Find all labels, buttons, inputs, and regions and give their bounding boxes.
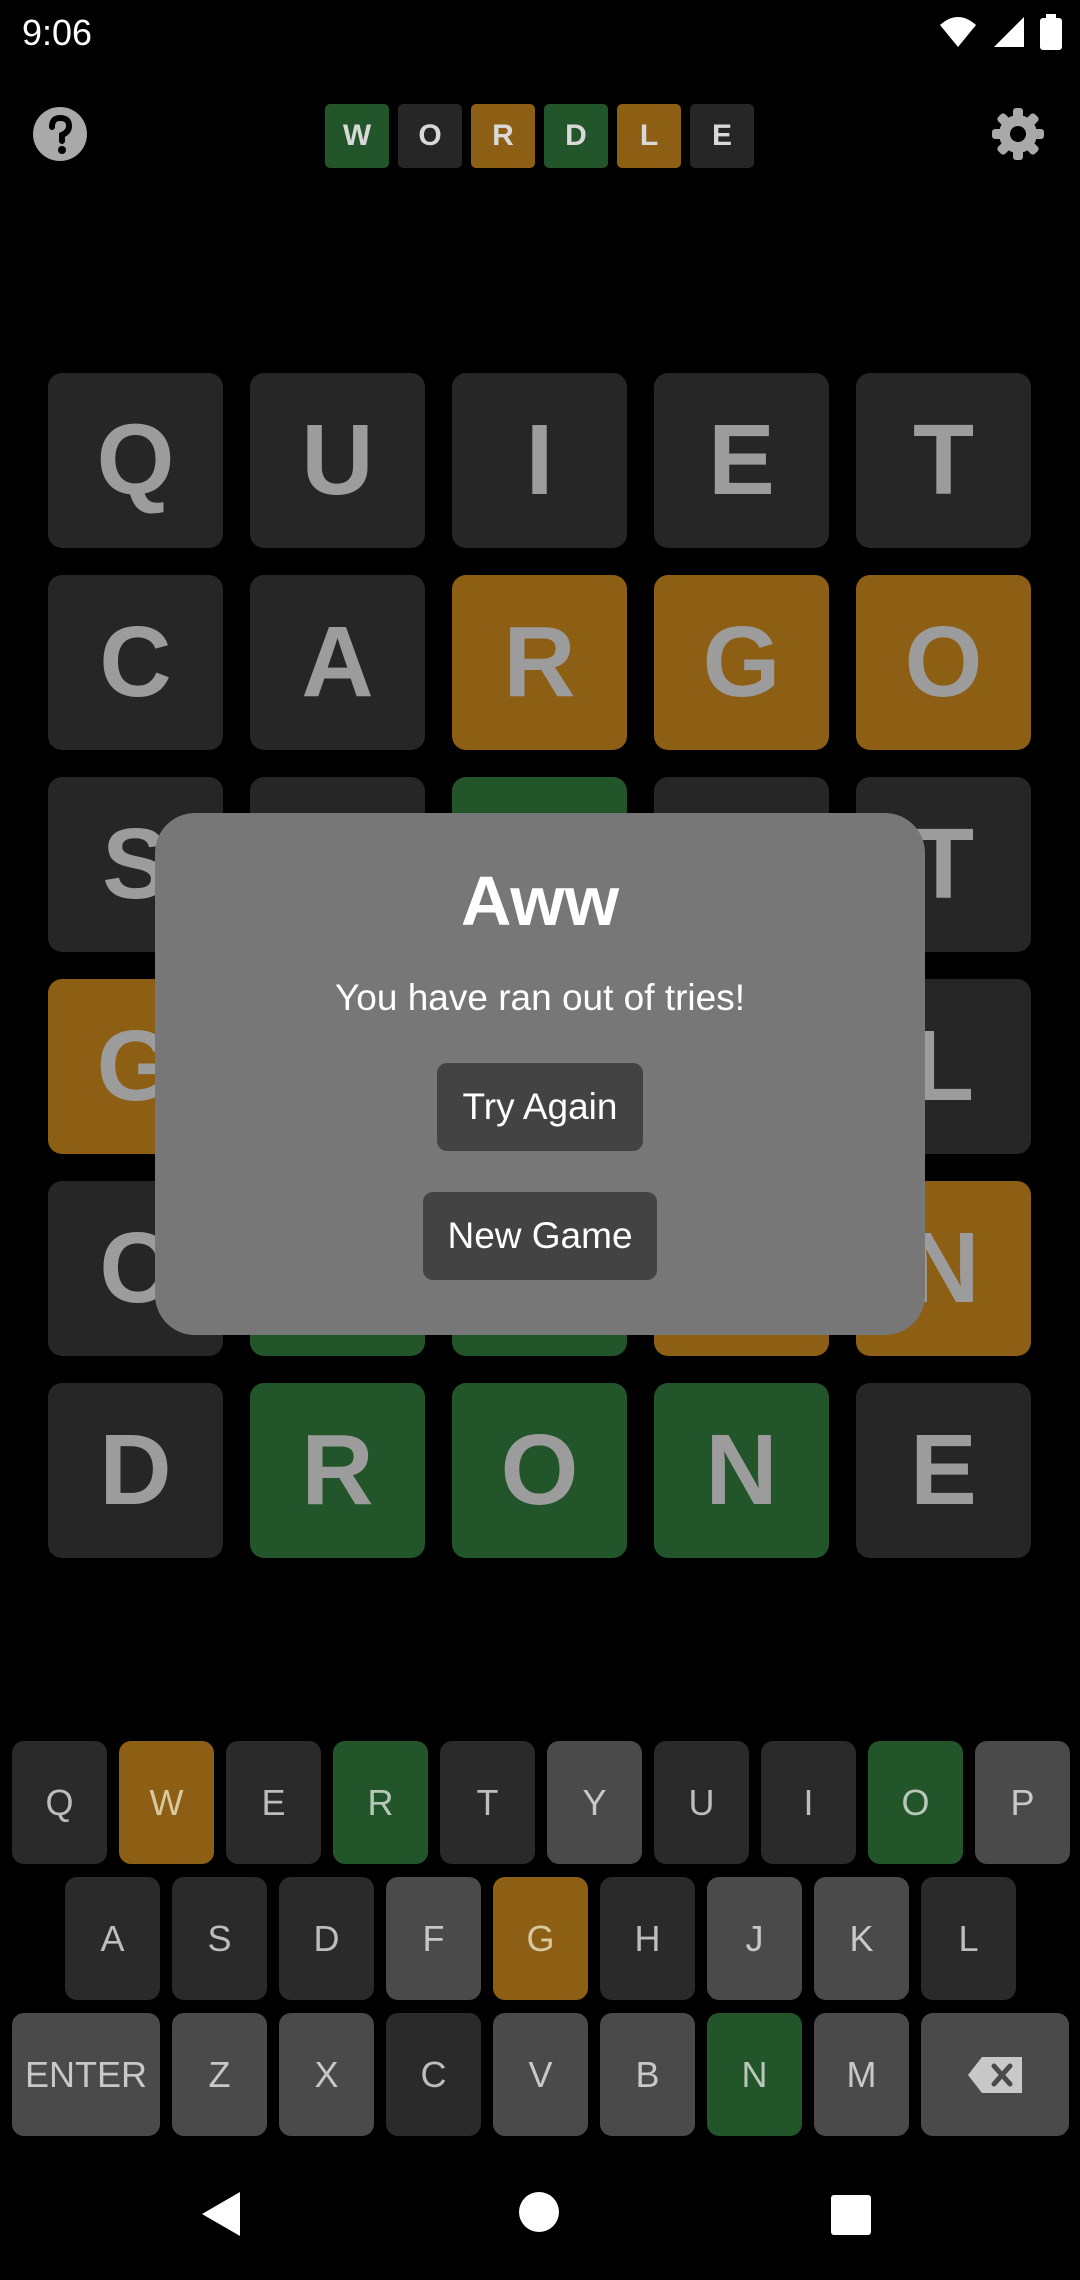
dialog-message: You have ran out of tries! xyxy=(334,977,746,1018)
dialog-title: Aww xyxy=(460,862,620,940)
key-f[interactable]: F xyxy=(386,1877,481,2000)
key-v[interactable]: V xyxy=(493,2013,588,2136)
nav-home-button[interactable] xyxy=(517,2190,561,2239)
key-d[interactable]: D xyxy=(279,1877,374,2000)
board-tile: T xyxy=(856,373,1031,548)
key-g[interactable]: G xyxy=(493,1877,588,2000)
logo-tile: L xyxy=(617,104,681,168)
board-tile: A xyxy=(250,575,425,750)
key-w[interactable]: W xyxy=(119,1741,214,1864)
key-o[interactable]: O xyxy=(868,1741,963,1864)
status-bar: 9:06 xyxy=(0,0,1080,66)
key-l[interactable]: L xyxy=(921,1877,1016,2000)
logo-tile: R xyxy=(471,104,535,168)
logo-tile: O xyxy=(398,104,462,168)
key-n[interactable]: N xyxy=(707,2013,802,2136)
logo-tile: D xyxy=(544,104,608,168)
key-y[interactable]: Y xyxy=(547,1741,642,1864)
board-tile: U xyxy=(250,373,425,548)
home-circle-icon xyxy=(519,2192,559,2232)
settings-button[interactable] xyxy=(990,106,1050,166)
board-tile: Q xyxy=(48,373,223,548)
key-p[interactable]: P xyxy=(975,1741,1070,1864)
enter-key[interactable]: ENTER xyxy=(12,2013,160,2136)
try-again-button[interactable]: Try Again xyxy=(437,1063,643,1151)
key-u[interactable]: U xyxy=(654,1741,749,1864)
help-circle-icon xyxy=(33,107,87,161)
board-tile: R xyxy=(250,1383,425,1558)
gear-icon xyxy=(992,108,1044,160)
key-z[interactable]: Z xyxy=(172,2013,267,2136)
backspace-key[interactable] xyxy=(921,2013,1069,2136)
key-b[interactable]: B xyxy=(600,2013,695,2136)
key-s[interactable]: S xyxy=(172,1877,267,2000)
new-game-button[interactable]: New Game xyxy=(423,1192,657,1280)
board-tile: O xyxy=(452,1383,627,1558)
key-t[interactable]: T xyxy=(440,1741,535,1864)
status-icons xyxy=(938,12,1062,52)
signal-icon xyxy=(994,17,1024,47)
key-a[interactable]: A xyxy=(65,1877,160,2000)
key-q[interactable]: Q xyxy=(12,1741,107,1864)
board-tile: R xyxy=(452,575,627,750)
recents-square-icon xyxy=(831,2195,871,2235)
wifi-icon xyxy=(940,17,976,47)
nav-back-button[interactable] xyxy=(200,2190,242,2243)
key-k[interactable]: K xyxy=(814,1877,909,2000)
help-button[interactable] xyxy=(32,106,88,162)
app-header: WORDLE xyxy=(0,96,1080,176)
status-time: 9:06 xyxy=(22,12,93,53)
key-h[interactable]: H xyxy=(600,1877,695,2000)
board-tile: I xyxy=(452,373,627,548)
board-tile: G xyxy=(654,575,829,750)
board-tile: C xyxy=(48,575,223,750)
board-tile: N xyxy=(654,1383,829,1558)
board-tile: O xyxy=(856,575,1031,750)
battery-icon xyxy=(1040,14,1062,50)
board-tile: E xyxy=(654,373,829,548)
nav-recents-button[interactable] xyxy=(830,2194,872,2241)
key-x[interactable]: X xyxy=(279,2013,374,2136)
back-triangle-icon xyxy=(202,2192,240,2236)
board-tile: E xyxy=(856,1383,1031,1558)
key-j[interactable]: J xyxy=(707,1877,802,2000)
key-e[interactable]: E xyxy=(226,1741,321,1864)
key-m[interactable]: M xyxy=(814,2013,909,2136)
system-nav-bar xyxy=(0,2160,1080,2280)
key-i[interactable]: I xyxy=(761,1741,856,1864)
wordle-logo: WORDLE xyxy=(325,104,754,168)
key-r[interactable]: R xyxy=(333,1741,428,1864)
game-over-dialog: Aww You have ran out of tries! Try Again… xyxy=(155,813,925,1335)
logo-tile: E xyxy=(690,104,754,168)
key-c[interactable]: C xyxy=(386,2013,481,2136)
board-tile: D xyxy=(48,1383,223,1558)
logo-tile: W xyxy=(325,104,389,168)
backspace-icon xyxy=(968,2056,1022,2093)
